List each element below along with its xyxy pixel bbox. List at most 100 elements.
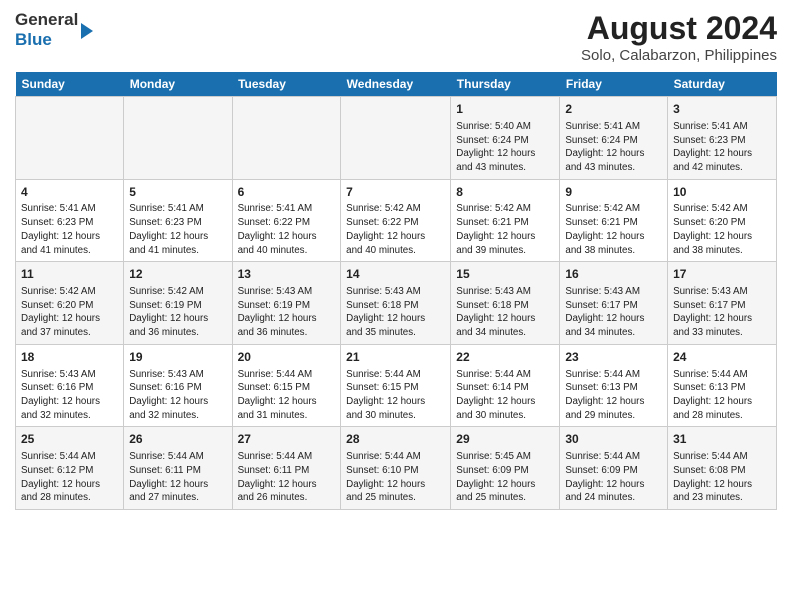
day-number: 16 xyxy=(565,266,662,283)
day-number: 14 xyxy=(346,266,445,283)
calendar-cell: 4Sunrise: 5:41 AM Sunset: 6:23 PM Daylig… xyxy=(16,179,124,262)
day-info: Sunrise: 5:44 AM Sunset: 6:14 PM Dayligh… xyxy=(456,368,554,423)
calendar-cell: 30Sunrise: 5:44 AM Sunset: 6:09 PM Dayli… xyxy=(560,427,668,510)
logo-blue: Blue xyxy=(15,30,78,50)
day-info: Sunrise: 5:42 AM Sunset: 6:19 PM Dayligh… xyxy=(129,285,226,340)
calendar-cell: 1 Sunrise: 5:40 AM Sunset: 6:24 PM Daylig… xyxy=(451,97,560,180)
calendar-cell: 20Sunrise: 5:44 AM Sunset: 6:15 PM Dayli… xyxy=(232,344,341,427)
logo-general: General xyxy=(15,10,78,30)
day-info: Sunrise: 5:41 AM Sunset: 6:23 PM Dayligh… xyxy=(21,202,118,257)
day-number: 22 xyxy=(456,349,554,366)
day-number: 19 xyxy=(129,349,226,366)
day-info: Sunrise: 5:44 AM Sunset: 6:11 PM Dayligh… xyxy=(129,450,226,505)
day-number: 15 xyxy=(456,266,554,283)
day-info: Sunrise: 5:43 AM Sunset: 6:18 PM Dayligh… xyxy=(456,285,554,340)
day-number: 1 xyxy=(456,101,554,118)
day-number: 9 xyxy=(565,184,662,201)
day-number: 31 xyxy=(673,431,771,448)
calendar-cell: 29 Sunrise: 5:45 AM Sunset: 6:09 PM Dayli… xyxy=(451,427,560,510)
day-number: 10 xyxy=(673,184,771,201)
day-number: 7 xyxy=(346,184,445,201)
calendar-cell xyxy=(16,97,124,180)
calendar-cell: 2Sunrise: 5:41 AM Sunset: 6:24 PM Daylig… xyxy=(560,97,668,180)
day-info: Sunrise: 5:43 AM Sunset: 6:16 PM Dayligh… xyxy=(129,368,226,423)
calendar-header-row: SundayMondayTuesdayWednesdayThursdayFrid… xyxy=(16,72,777,97)
header: General Blue August 2024 Solo, Calabarzo… xyxy=(15,10,777,64)
day-info: Sunrise: 5:44 AM Sunset: 6:13 PM Dayligh… xyxy=(565,368,662,423)
col-header-thursday: Thursday xyxy=(451,72,560,97)
page-title: August 2024 xyxy=(581,10,777,47)
day-number: 24 xyxy=(673,349,771,366)
logo: General Blue xyxy=(15,10,93,49)
col-header-tuesday: Tuesday xyxy=(232,72,341,97)
calendar-cell xyxy=(341,97,451,180)
day-info: Sunrise: 5:42 AM Sunset: 6:20 PM Dayligh… xyxy=(21,285,118,340)
day-number: 11 xyxy=(21,266,118,283)
calendar-cell: 27Sunrise: 5:44 AM Sunset: 6:11 PM Dayli… xyxy=(232,427,341,510)
day-info: Sunrise: 5:44 AM Sunset: 6:08 PM Dayligh… xyxy=(673,450,771,505)
day-number: 13 xyxy=(238,266,336,283)
day-info: Sunrise: 5:42 AM Sunset: 6:21 PM Dayligh… xyxy=(456,202,554,257)
title-block: August 2024 Solo, Calabarzon, Philippine… xyxy=(581,10,777,64)
day-info: Sunrise: 5:41 AM Sunset: 6:24 PM Dayligh… xyxy=(565,120,662,175)
calendar-cell: 23 Sunrise: 5:44 AM Sunset: 6:13 PM Dayli… xyxy=(560,344,668,427)
calendar-cell: 19 Sunrise: 5:43 AM Sunset: 6:16 PM Dayli… xyxy=(124,344,232,427)
calendar-cell: 5Sunrise: 5:41 AM Sunset: 6:23 PM Daylig… xyxy=(124,179,232,262)
calendar-cell: 22 Sunrise: 5:44 AM Sunset: 6:14 PM Dayli… xyxy=(451,344,560,427)
day-info: Sunrise: 5:44 AM Sunset: 6:15 PM Dayligh… xyxy=(346,368,445,423)
day-number: 23 xyxy=(565,349,662,366)
col-header-sunday: Sunday xyxy=(16,72,124,97)
calendar-week-row: 4Sunrise: 5:41 AM Sunset: 6:23 PM Daylig… xyxy=(16,179,777,262)
logo-text: General Blue xyxy=(15,10,93,49)
calendar-table: SundayMondayTuesdayWednesdayThursdayFrid… xyxy=(15,72,777,510)
calendar-cell: 11 Sunrise: 5:42 AM Sunset: 6:20 PM Dayli… xyxy=(16,262,124,345)
day-number: 17 xyxy=(673,266,771,283)
calendar-cell: 17 Sunrise: 5:43 AM Sunset: 6:17 PM Dayli… xyxy=(668,262,777,345)
day-number: 8 xyxy=(456,184,554,201)
day-info: Sunrise: 5:45 AM Sunset: 6:09 PM Dayligh… xyxy=(456,450,554,505)
day-info: Sunrise: 5:44 AM Sunset: 6:12 PM Dayligh… xyxy=(21,450,118,505)
col-header-wednesday: Wednesday xyxy=(341,72,451,97)
calendar-cell: 15 Sunrise: 5:43 AM Sunset: 6:18 PM Dayli… xyxy=(451,262,560,345)
calendar-week-row: 25 Sunrise: 5:44 AM Sunset: 6:12 PM Dayli… xyxy=(16,427,777,510)
calendar-week-row: 18Sunrise: 5:43 AM Sunset: 6:16 PM Dayli… xyxy=(16,344,777,427)
day-number: 12 xyxy=(129,266,226,283)
day-info: Sunrise: 5:44 AM Sunset: 6:13 PM Dayligh… xyxy=(673,368,771,423)
day-number: 5 xyxy=(129,184,226,201)
day-number: 30 xyxy=(565,431,662,448)
col-header-saturday: Saturday xyxy=(668,72,777,97)
calendar-week-row: 1 Sunrise: 5:40 AM Sunset: 6:24 PM Daylig… xyxy=(16,97,777,180)
day-info: Sunrise: 5:43 AM Sunset: 6:16 PM Dayligh… xyxy=(21,368,118,423)
calendar-cell: 18Sunrise: 5:43 AM Sunset: 6:16 PM Dayli… xyxy=(16,344,124,427)
calendar-cell: 14 Sunrise: 5:43 AM Sunset: 6:18 PM Dayli… xyxy=(341,262,451,345)
day-info: Sunrise: 5:40 AM Sunset: 6:24 PM Dayligh… xyxy=(456,120,554,175)
day-info: Sunrise: 5:44 AM Sunset: 6:15 PM Dayligh… xyxy=(238,368,336,423)
calendar-cell: 3Sunrise: 5:41 AM Sunset: 6:23 PM Daylig… xyxy=(668,97,777,180)
calendar-cell: 7Sunrise: 5:42 AM Sunset: 6:22 PM Daylig… xyxy=(341,179,451,262)
day-number: 28 xyxy=(346,431,445,448)
day-info: Sunrise: 5:42 AM Sunset: 6:22 PM Dayligh… xyxy=(346,202,445,257)
calendar-cell: 26Sunrise: 5:44 AM Sunset: 6:11 PM Dayli… xyxy=(124,427,232,510)
calendar-cell: 10Sunrise: 5:42 AM Sunset: 6:20 PM Dayli… xyxy=(668,179,777,262)
day-info: Sunrise: 5:43 AM Sunset: 6:18 PM Dayligh… xyxy=(346,285,445,340)
col-header-friday: Friday xyxy=(560,72,668,97)
day-number: 6 xyxy=(238,184,336,201)
page-subtitle: Solo, Calabarzon, Philippines xyxy=(581,47,777,64)
calendar-cell: 16 Sunrise: 5:43 AM Sunset: 6:17 PM Dayli… xyxy=(560,262,668,345)
day-info: Sunrise: 5:43 AM Sunset: 6:19 PM Dayligh… xyxy=(238,285,336,340)
day-info: Sunrise: 5:42 AM Sunset: 6:20 PM Dayligh… xyxy=(673,202,771,257)
calendar-week-row: 11 Sunrise: 5:42 AM Sunset: 6:20 PM Dayli… xyxy=(16,262,777,345)
calendar-cell xyxy=(124,97,232,180)
calendar-cell: 28 Sunrise: 5:44 AM Sunset: 6:10 PM Dayli… xyxy=(341,427,451,510)
day-info: Sunrise: 5:42 AM Sunset: 6:21 PM Dayligh… xyxy=(565,202,662,257)
calendar-cell: 25 Sunrise: 5:44 AM Sunset: 6:12 PM Dayli… xyxy=(16,427,124,510)
day-number: 25 xyxy=(21,431,118,448)
day-info: Sunrise: 5:44 AM Sunset: 6:10 PM Dayligh… xyxy=(346,450,445,505)
day-number: 3 xyxy=(673,101,771,118)
day-info: Sunrise: 5:43 AM Sunset: 6:17 PM Dayligh… xyxy=(565,285,662,340)
day-info: Sunrise: 5:43 AM Sunset: 6:17 PM Dayligh… xyxy=(673,285,771,340)
day-number: 29 xyxy=(456,431,554,448)
calendar-cell: 8Sunrise: 5:42 AM Sunset: 6:21 PM Daylig… xyxy=(451,179,560,262)
calendar-cell: 12 Sunrise: 5:42 AM Sunset: 6:19 PM Dayli… xyxy=(124,262,232,345)
calendar-cell: 21Sunrise: 5:44 AM Sunset: 6:15 PM Dayli… xyxy=(341,344,451,427)
